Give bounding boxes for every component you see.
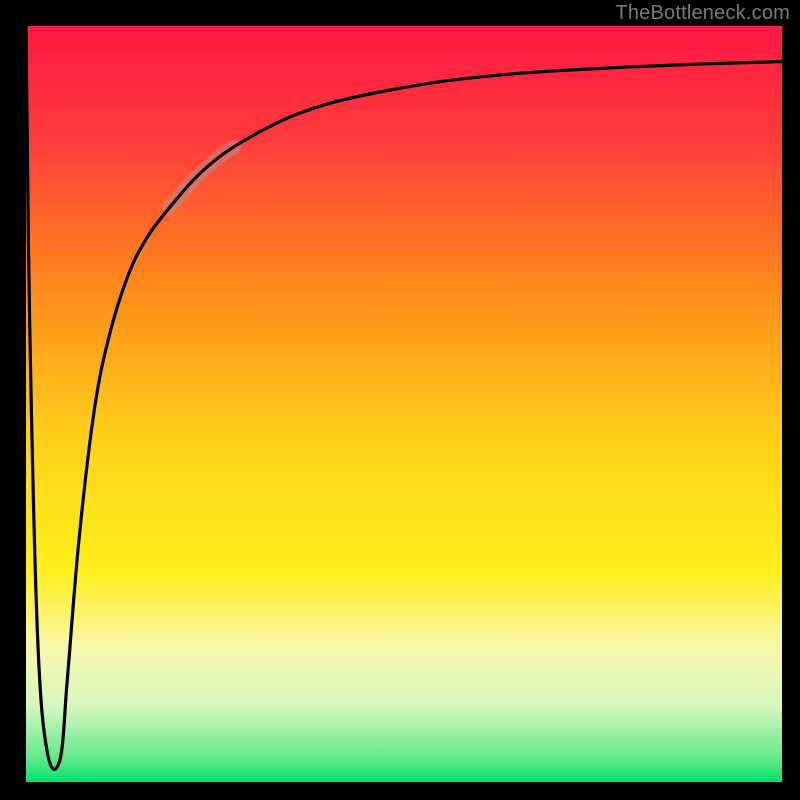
plot-area (26, 26, 782, 782)
attribution-text: TheBottleneck.com (615, 2, 790, 25)
gradient-background (26, 26, 782, 782)
chart-frame: TheBottleneck.com (0, 0, 800, 800)
